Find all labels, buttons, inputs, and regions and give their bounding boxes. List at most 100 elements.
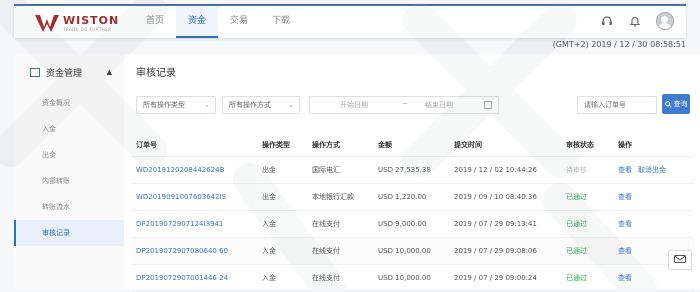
amount-cell: USD 10,000.00 xyxy=(374,237,450,265)
server-datetime: (GMT+2) 2019 / 12 / 30 08:58:51 xyxy=(552,40,686,49)
message-icon xyxy=(674,255,686,263)
amount-cell: USD 10,000.00 xyxy=(374,264,450,292)
column-header-amount: 金额 xyxy=(374,134,450,157)
operation-type-cell: 出金 xyxy=(258,156,308,184)
table-row: WD2019120208442624B 出金 国际电汇 USD 27,535.3… xyxy=(132,156,694,184)
actions-cell: 查看 取消出金 xyxy=(614,156,694,184)
column-header-status: 审核状态 xyxy=(562,134,614,157)
view-link[interactable]: 查看 xyxy=(618,193,632,201)
amount-cell: USD 27,535.38 xyxy=(374,156,450,184)
operation-type-cell: 入金 xyxy=(258,237,308,265)
sidebar-item-overview[interactable]: 资金概况 xyxy=(14,90,124,116)
top-navigation-bar: WISTON TRADE GO FURTHER 首页 资金 交易 下载 xyxy=(14,4,686,38)
sidebar-item-deposit[interactable]: 入金 xyxy=(14,116,124,142)
sidebar-section-funds[interactable]: 资金管理 ▲ xyxy=(14,54,124,90)
view-link[interactable]: 查看 xyxy=(618,247,632,255)
operation-method-cell: 在线支付 xyxy=(308,237,374,265)
chat-support-button[interactable] xyxy=(668,250,692,270)
sidebar-item-withdraw[interactable]: 出金 xyxy=(14,142,124,168)
order-number-link[interactable]: WD2019120208442624B xyxy=(132,156,258,184)
user-avatar[interactable] xyxy=(656,12,674,30)
column-header-time: 提交时间 xyxy=(450,134,562,157)
submit-time-cell: 2019 / 07 / 29 09:00:24 xyxy=(450,264,562,292)
operation-method-cell: 在线支付 xyxy=(308,264,374,292)
date-range-picker[interactable]: 开始日期 ~ 结束日期 xyxy=(309,96,499,114)
submit-time-cell: 2019 / 12 / 02 10:44:26 xyxy=(450,156,562,184)
column-header-order: 订单号 xyxy=(132,134,258,157)
table-row: DP2019072907001446 24 入金 在线支付 USD 10,000… xyxy=(132,264,694,292)
chevron-up-icon: ▲ xyxy=(106,68,112,76)
nav-home[interactable]: 首页 xyxy=(134,6,176,38)
bell-icon[interactable] xyxy=(628,14,642,28)
submit-time-cell: 2019 / 09 / 10 08:40:36 xyxy=(450,183,562,211)
view-link[interactable]: 查看 xyxy=(618,166,632,174)
start-date-placeholder: 开始日期 xyxy=(340,101,368,109)
table-row: DP2019072907080640 60 入金 在线支付 USD 10,000… xyxy=(132,237,694,265)
operation-type-cell: 入金 xyxy=(258,210,308,238)
amount-cell: USD 9,000.00 xyxy=(374,210,450,238)
status-badge: 已通过 xyxy=(562,264,614,292)
main-content: 审核记录 所有操作类型 ⌄ 所有操作方式 ⌄ 开始日期 ~ 结束日期 查询 订单… xyxy=(124,54,700,292)
order-number-link[interactable]: DP2019072907080640 60 xyxy=(132,237,258,265)
operation-type-value: 所有操作类型 xyxy=(143,101,185,109)
operation-type-select[interactable]: 所有操作类型 ⌄ xyxy=(136,96,216,114)
chevron-down-icon: ⌄ xyxy=(204,101,210,109)
search-button-label: 查询 xyxy=(673,100,688,108)
wiston-logo[interactable]: WISTON TRADE GO FURTHER xyxy=(34,12,119,34)
status-badge: 待审核 xyxy=(562,156,614,184)
order-number-link[interactable]: DP2019072907124I3941 xyxy=(132,210,258,238)
date-separator: ~ xyxy=(402,100,408,108)
status-badge: 已通过 xyxy=(562,237,614,265)
operation-method-cell: 国际电汇 xyxy=(308,156,374,184)
audit-records-table: 订单号 操作类型 操作方式 金额 提交时间 审核状态 操作 WD20191202… xyxy=(132,134,694,292)
view-link[interactable]: 查看 xyxy=(618,274,632,282)
search-button[interactable]: 查询 xyxy=(662,94,690,114)
logo-mark-icon xyxy=(35,15,59,32)
order-number-input[interactable] xyxy=(577,96,657,114)
operation-type-cell: 出金 xyxy=(258,183,308,211)
logo-text: WISTON TRADE GO FURTHER xyxy=(63,15,119,32)
column-header-actions: 操作 xyxy=(614,134,694,157)
nav-download[interactable]: 下载 xyxy=(260,6,302,38)
order-number-link[interactable]: WD2019091007603642IS xyxy=(132,183,258,211)
cancel-withdrawal-link[interactable]: 取消出金 xyxy=(638,166,666,174)
actions-cell: 查看 xyxy=(614,183,694,211)
nav-trade[interactable]: 交易 xyxy=(218,6,260,38)
submit-time-cell: 2019 / 07 / 29 09:08:06 xyxy=(450,237,562,265)
page-title: 审核记录 xyxy=(136,68,176,79)
column-header-type: 操作类型 xyxy=(258,134,308,157)
status-badge: 已通过 xyxy=(562,210,614,238)
table-row: WD2019091007603642IS 出金 本地银行汇款 USD 1,220… xyxy=(132,183,694,211)
search-icon xyxy=(664,100,672,108)
headset-icon[interactable] xyxy=(600,14,614,28)
end-date-placeholder: 结束日期 xyxy=(425,101,453,109)
sidebar-section-label: 资金管理 xyxy=(46,68,83,79)
header-actions xyxy=(600,12,674,30)
status-badge: 已通过 xyxy=(562,183,614,211)
operation-method-select[interactable]: 所有操作方式 ⌄ xyxy=(222,96,300,114)
filter-bar: 所有操作类型 ⌄ 所有操作方式 ⌄ 开始日期 ~ 结束日期 查询 xyxy=(136,94,696,114)
sidebar-item-audit-records[interactable]: 审核记录 xyxy=(14,220,124,246)
sidebar-item-internal-transfer[interactable]: 内部转账 xyxy=(14,168,124,194)
calendar-icon xyxy=(484,101,492,109)
submit-time-cell: 2019 / 07 / 29 09:13:41 xyxy=(450,210,562,238)
wallet-icon xyxy=(30,67,40,77)
amount-cell: USD 1,220.00 xyxy=(374,183,450,211)
actions-cell: 查看 xyxy=(614,210,694,238)
operation-type-cell: 入金 xyxy=(258,264,308,292)
operation-method-value: 所有操作方式 xyxy=(229,101,271,109)
operation-method-cell: 本地银行汇款 xyxy=(308,183,374,211)
operation-method-cell: 在线支付 xyxy=(308,210,374,238)
table-header-row: 订单号 操作类型 操作方式 金额 提交时间 审核状态 操作 xyxy=(132,134,694,157)
brand-name: WISTON xyxy=(63,13,120,27)
sidebar: 资金管理 ▲ 资金概况 入金 出金 内部转账 转账流水 审核记录 xyxy=(14,54,125,289)
chevron-down-icon: ⌄ xyxy=(288,101,294,109)
order-number-link[interactable]: DP2019072907001446 24 xyxy=(132,264,258,292)
brand-tagline: TRADE GO FURTHER xyxy=(63,26,112,32)
view-link[interactable]: 查看 xyxy=(618,220,632,228)
column-header-method: 操作方式 xyxy=(308,134,374,157)
nav-funds[interactable]: 资金 xyxy=(176,6,219,38)
main-nav: 首页 资金 交易 下载 xyxy=(134,6,302,38)
table-row: DP2019072907124I3941 入金 在线支付 USD 9,000.0… xyxy=(132,210,694,238)
sidebar-item-transfer-history[interactable]: 转账流水 xyxy=(14,194,124,220)
